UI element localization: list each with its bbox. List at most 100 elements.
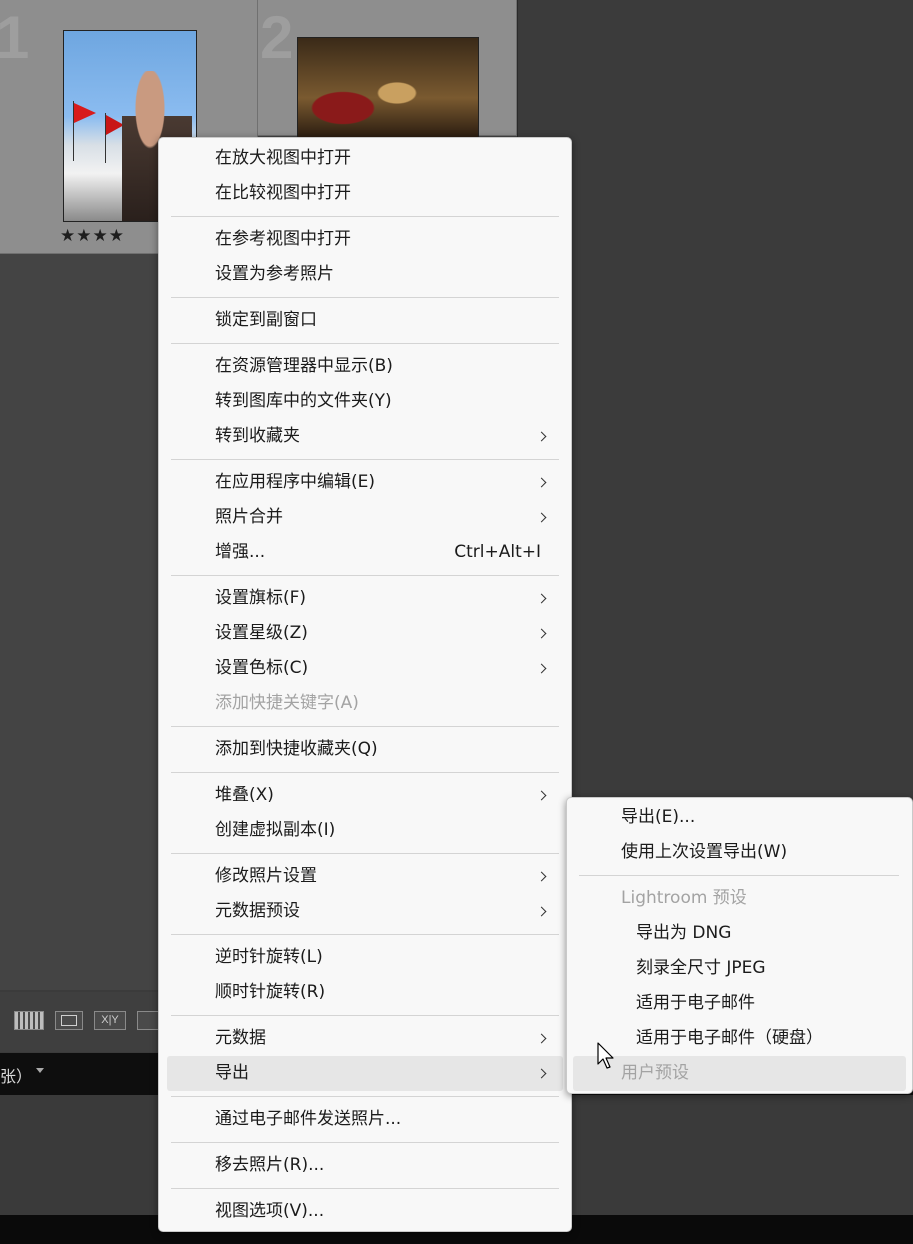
menu-separator xyxy=(171,934,559,935)
chevron-right-icon xyxy=(536,1033,547,1044)
submenu-item-export-dng[interactable]: 导出为 DNG xyxy=(573,916,906,951)
menu-item-label: 适用于电子邮件（硬盘） xyxy=(636,1028,823,1048)
chevron-right-icon xyxy=(536,906,547,917)
menu-item-label: 设置色标(C) xyxy=(215,658,309,678)
chevron-right-icon xyxy=(536,628,547,639)
menu-item-edit-in[interactable]: 在应用程序中编辑(E) xyxy=(167,465,563,500)
chevron-right-icon xyxy=(536,871,547,882)
menu-separator xyxy=(171,1188,559,1189)
menu-item-open-in-loupe[interactable]: 在放大视图中打开 xyxy=(167,141,563,176)
menu-item-set-flag[interactable]: 设置旗标(F) xyxy=(167,581,563,616)
photo-thumbnail[interactable] xyxy=(297,37,479,139)
mouse-pointer-icon xyxy=(597,1042,614,1069)
menu-item-label: 顺时针旋转(R) xyxy=(215,982,326,1002)
menu-item-go-to-collection[interactable]: 转到收藏夹 xyxy=(167,419,563,454)
menu-item-label: 创建虚拟副本(I) xyxy=(215,820,336,840)
menu-item-label: Lightroom 预设 xyxy=(621,888,747,908)
chevron-right-icon xyxy=(536,663,547,674)
menu-item-label: 锁定到副窗口 xyxy=(215,310,317,330)
menu-item-label: 导出为 DNG xyxy=(636,923,732,943)
menu-item-label: 元数据 xyxy=(215,1028,266,1048)
chevron-right-icon xyxy=(536,512,547,523)
library-toolbar: X|Y xyxy=(0,992,161,1052)
menu-separator xyxy=(171,216,559,217)
chevron-right-icon xyxy=(536,593,547,604)
menu-item-photo-merge[interactable]: 照片合并 xyxy=(167,500,563,535)
menu-item-show-in-explorer[interactable]: 在资源管理器中显示(B) xyxy=(167,349,563,384)
export-submenu: 导出(E)... 使用上次设置导出(W) Lightroom 预设 导出为 DN… xyxy=(566,797,913,1094)
menu-item-add-to-quick-collection[interactable]: 添加到快捷收藏夹(Q) xyxy=(167,732,563,767)
submenu-item-for-email[interactable]: 适用于电子邮件 xyxy=(573,986,906,1021)
submenu-item-for-email-hard-drive[interactable]: 适用于电子邮件（硬盘） xyxy=(573,1021,906,1056)
menu-item-label: 设置旗标(F) xyxy=(215,588,307,608)
cell-index: 1 xyxy=(0,4,30,71)
menu-item-email-photo[interactable]: 通过电子邮件发送照片... xyxy=(167,1102,563,1137)
menu-item-label: 设置为参考照片 xyxy=(215,264,334,284)
menu-item-metadata[interactable]: 元数据 xyxy=(167,1021,563,1056)
submenu-item-export[interactable]: 导出(E)... xyxy=(573,800,906,835)
menu-item-stacking[interactable]: 堆叠(X) xyxy=(167,778,563,813)
compare-view-button[interactable]: X|Y xyxy=(94,1011,126,1030)
menu-item-label: 元数据预设 xyxy=(215,901,300,921)
chevron-right-icon xyxy=(536,477,547,488)
menu-separator xyxy=(171,459,559,460)
menu-item-label: 在比较视图中打开 xyxy=(215,183,351,203)
menu-item-label: 转到图库中的文件夹(Y) xyxy=(215,391,392,411)
menu-item-label: 转到收藏夹 xyxy=(215,426,300,446)
menu-item-label: 设置星级(Z) xyxy=(215,623,308,643)
menu-item-set-color-label[interactable]: 设置色标(C) xyxy=(167,651,563,686)
menu-item-label: 在资源管理器中显示(B) xyxy=(215,356,393,376)
menu-item-label: 逆时针旋转(L) xyxy=(215,947,323,967)
menu-item-rotate-right[interactable]: 顺时针旋转(R) xyxy=(167,975,563,1010)
menu-item-set-as-reference[interactable]: 设置为参考照片 xyxy=(167,257,563,292)
menu-item-add-shortcut-keyword: 添加快捷关键字(A) xyxy=(167,686,563,721)
menu-item-label: 在放大视图中打开 xyxy=(215,148,351,168)
menu-item-go-to-folder[interactable]: 转到图库中的文件夹(Y) xyxy=(167,384,563,419)
menu-item-open-in-compare[interactable]: 在比较视图中打开 xyxy=(167,176,563,211)
menu-item-create-virtual-copy[interactable]: 创建虚拟副本(I) xyxy=(167,813,563,848)
menu-item-shortcut: Ctrl+Alt+I xyxy=(454,542,541,562)
loupe-view-icon[interactable] xyxy=(55,1011,83,1030)
menu-item-label: 导出 xyxy=(215,1063,249,1083)
menu-separator xyxy=(171,1096,559,1097)
menu-item-label: 增强... xyxy=(215,542,266,562)
menu-item-set-rating[interactable]: 设置星级(Z) xyxy=(167,616,563,651)
menu-item-export[interactable]: 导出 xyxy=(167,1056,563,1091)
menu-item-rotate-left[interactable]: 逆时针旋转(L) xyxy=(167,940,563,975)
menu-item-label: 在参考视图中打开 xyxy=(215,229,351,249)
star-rating[interactable]: ★★★★ xyxy=(60,226,125,246)
menu-item-label: 使用上次设置导出(W) xyxy=(621,842,788,862)
chevron-down-icon[interactable] xyxy=(36,1068,44,1073)
submenu-header-user-presets: 用户预设 xyxy=(573,1056,906,1091)
menu-item-label: 添加到快捷收藏夹(Q) xyxy=(215,739,378,759)
menu-separator xyxy=(171,297,559,298)
menu-separator xyxy=(171,1142,559,1143)
filmstrip-source-label[interactable]: 张） xyxy=(0,1063,32,1087)
submenu-item-burn-full-jpeg[interactable]: 刻录全尺寸 JPEG xyxy=(573,951,906,986)
menu-item-metadata-presets[interactable]: 元数据预设 xyxy=(167,894,563,929)
menu-item-open-in-reference[interactable]: 在参考视图中打开 xyxy=(167,222,563,257)
menu-item-label: 移去照片(R)... xyxy=(215,1155,325,1175)
menu-separator xyxy=(171,772,559,773)
submenu-item-export-with-previous[interactable]: 使用上次设置导出(W) xyxy=(573,835,906,870)
chevron-right-icon xyxy=(536,431,547,442)
menu-item-label: 用户预设 xyxy=(621,1063,689,1083)
menu-item-label: 修改照片设置 xyxy=(215,866,317,886)
menu-separator xyxy=(171,343,559,344)
chevron-right-icon xyxy=(536,790,547,801)
menu-separator xyxy=(579,875,899,876)
menu-item-label: 在应用程序中编辑(E) xyxy=(215,472,376,492)
menu-item-develop-settings[interactable]: 修改照片设置 xyxy=(167,859,563,894)
menu-separator xyxy=(171,726,559,727)
menu-item-view-options[interactable]: 视图选项(V)... xyxy=(167,1194,563,1229)
chevron-right-icon xyxy=(536,1068,547,1079)
grid-view-icon[interactable] xyxy=(14,1011,44,1030)
menu-item-enhance[interactable]: 增强... Ctrl+Alt+I xyxy=(167,535,563,570)
menu-item-lock-to-secondary[interactable]: 锁定到副窗口 xyxy=(167,303,563,338)
menu-item-label: 刻录全尺寸 JPEG xyxy=(636,958,766,978)
menu-item-label: 照片合并 xyxy=(215,507,283,527)
menu-item-remove-photo[interactable]: 移去照片(R)... xyxy=(167,1148,563,1183)
context-menu: 在放大视图中打开 在比较视图中打开 在参考视图中打开 设置为参考照片 锁定到副窗… xyxy=(158,137,572,1232)
submenu-header-lightroom-presets: Lightroom 预设 xyxy=(573,881,906,916)
menu-separator xyxy=(171,575,559,576)
